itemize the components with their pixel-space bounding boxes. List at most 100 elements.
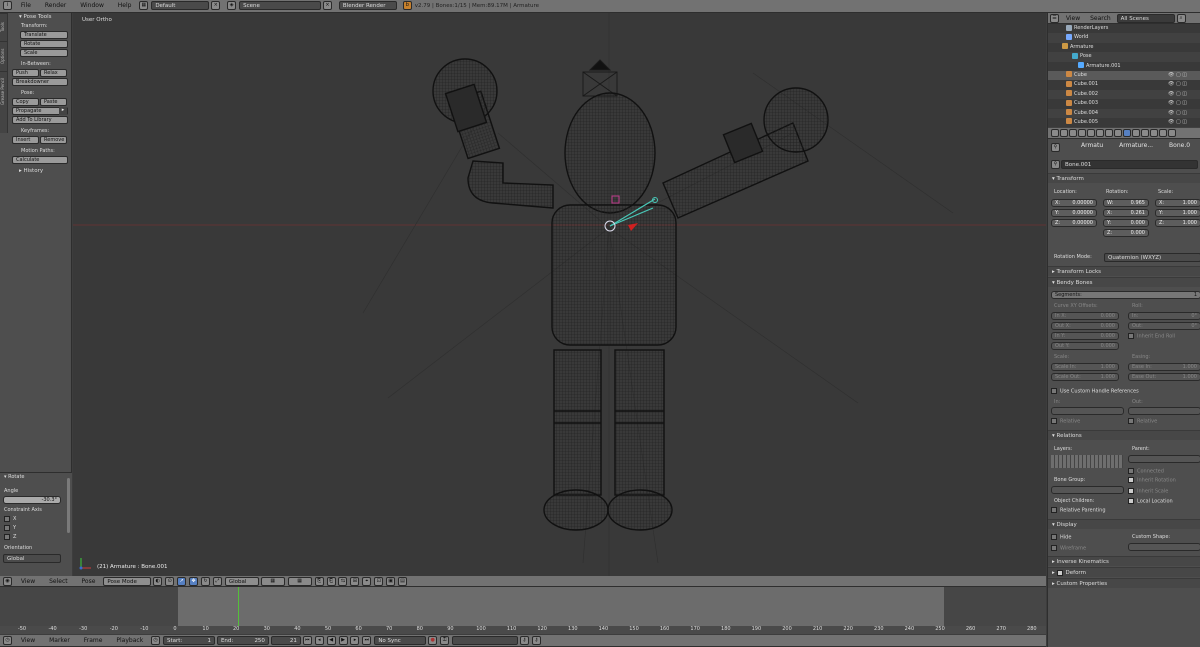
bone-name-field[interactable]: Bone.001 xyxy=(1061,160,1198,169)
visibility-icon[interactable]: 👁 ▢ ◫ xyxy=(1168,118,1187,127)
insert-keyframe-button[interactable]: Insert xyxy=(12,136,39,144)
outliner-row[interactable]: Armature xyxy=(1048,43,1200,52)
outliner-row[interactable]: Cube 👁 ▢ ◫ xyxy=(1048,70,1200,81)
use-custom-handle[interactable]: Use Custom Handle References xyxy=(1051,388,1139,395)
pose-flip-icon[interactable]: ⇆ xyxy=(338,577,348,586)
texture-tab-icon[interactable] xyxy=(1150,129,1158,137)
insert-key-icon[interactable]: ⚷ xyxy=(520,636,529,645)
object-tab-icon[interactable] xyxy=(1087,129,1095,137)
timeline-menu-marker[interactable]: Marker xyxy=(43,635,76,646)
layers-icon-2[interactable]: ▦ xyxy=(287,577,312,586)
outliner-menu-search[interactable]: Search xyxy=(1086,13,1115,24)
menu-window[interactable]: Window xyxy=(74,0,110,11)
bone-constraints-tab-icon[interactable] xyxy=(1132,129,1140,137)
curve-offset-2-field[interactable]: In Y: 0.000 xyxy=(1051,332,1119,340)
outliner-row[interactable]: Cube.001 👁 ▢ ◫ xyxy=(1048,80,1200,89)
menu-help[interactable]: Help xyxy=(112,0,138,11)
visibility-icon[interactable]: 👁 ▢ ◫ xyxy=(1168,90,1187,99)
roll-in-field[interactable]: In: 0° xyxy=(1128,312,1200,320)
handle-out-field[interactable] xyxy=(1128,407,1200,415)
constraint-z-checkbox[interactable] xyxy=(4,533,10,540)
outliner-row[interactable]: Armature.001 xyxy=(1048,62,1200,71)
render-engine-select[interactable]: Blender Render xyxy=(338,1,397,10)
orientation-select-header[interactable]: Global xyxy=(224,577,259,586)
rotate-button[interactable]: Rotate xyxy=(20,40,68,48)
sync-select[interactable]: No Sync xyxy=(374,636,427,645)
keying-set-icon[interactable]: ⚿ xyxy=(440,636,450,645)
constraint-x-checkbox[interactable] xyxy=(4,515,10,522)
bone-layers-grid[interactable] xyxy=(1051,455,1123,468)
tab-tools[interactable]: Tools xyxy=(0,13,8,41)
visibility-icon[interactable]: 👁 ▢ ◫ xyxy=(1168,99,1187,108)
play-reverse-icon[interactable]: ◀ xyxy=(326,636,336,645)
outliner-item-label[interactable]: Cube.001 xyxy=(1074,81,1098,87)
operator-header[interactable]: ▾ Rotate xyxy=(0,473,72,482)
inherit-rotation-checkbox[interactable] xyxy=(1128,477,1134,483)
timeline-menu-playback[interactable]: Playback xyxy=(110,635,149,646)
outliner-filter-select[interactable]: All Scenes xyxy=(1116,14,1175,23)
visibility-icon[interactable]: 👁 ▢ ◫ xyxy=(1168,80,1187,89)
curve-offset-0-field[interactable]: In X: 0.000 xyxy=(1051,312,1119,320)
menu-pose[interactable]: Pose xyxy=(76,576,102,587)
opengl-render-icon[interactable]: ▣ xyxy=(386,577,396,586)
mode-select[interactable]: Pose Mode xyxy=(103,577,152,586)
start-frame-field[interactable]: Start: 1 xyxy=(163,636,216,645)
jump-start-icon[interactable]: ⏮ xyxy=(302,636,312,645)
layers-icon[interactable]: ▦ xyxy=(260,577,285,586)
relations-header[interactable]: ▾ Relations xyxy=(1048,430,1200,440)
menu-view[interactable]: View xyxy=(15,576,41,587)
local-location[interactable]: Local Location xyxy=(1128,498,1173,505)
3d-viewport[interactable]: User Ortho (21) Armature: Bone.001 xyxy=(73,13,1046,576)
operator-scrollbar[interactable] xyxy=(67,478,70,533)
custom-properties-header[interactable]: ▸ Custom Properties xyxy=(1048,578,1200,588)
inherit-rotation[interactable]: Inherit Rotation xyxy=(1128,477,1176,484)
deform-checkbox[interactable] xyxy=(1056,569,1063,576)
relative-parenting-checkbox[interactable] xyxy=(1051,507,1057,513)
scale-button[interactable]: Scale xyxy=(20,49,68,57)
breadcrumb-armature[interactable]: Armatu xyxy=(1081,142,1103,149)
frame-ruler[interactable]: -50 -40 -30 -20 -10 0 10 20 30 40 50 60 70 80 90 100 110… xyxy=(0,626,1046,634)
curve-offset-3-field[interactable]: Out Y: 0.000 xyxy=(1051,342,1119,350)
timeline-menu-frame[interactable]: Frame xyxy=(78,635,109,646)
copy-pose-button[interactable]: Copy xyxy=(12,98,39,106)
scale-manipulator-icon[interactable]: ⤢ xyxy=(212,577,222,586)
rotation-1-field[interactable]: X: 0.261 xyxy=(1103,209,1149,217)
layers-tab-icon[interactable] xyxy=(1060,129,1068,137)
wireframe-checkbox[interactable] xyxy=(1051,545,1057,551)
rotation-0-field[interactable]: W: 0.965 xyxy=(1103,199,1149,207)
propagate-button[interactable]: Propagate ▸ xyxy=(12,107,68,115)
layout-close-icon[interactable]: × xyxy=(211,1,221,10)
outliner-type-icon[interactable]: ☰ xyxy=(1050,14,1059,23)
curve-offset-1-field[interactable]: Out X: 0.000 xyxy=(1051,322,1119,330)
rotation-3-field[interactable]: Z: 0.000 xyxy=(1103,229,1149,237)
translate-manipulator-icon[interactable]: ✥ xyxy=(189,577,199,586)
data-tab-icon[interactable] xyxy=(1114,129,1122,137)
opengl-anim-icon[interactable]: ▤ xyxy=(398,577,408,586)
location-1-field[interactable]: Y: 0.00000 xyxy=(1051,209,1097,217)
editor-type-icon[interactable]: i xyxy=(3,1,12,10)
outliner-item-label[interactable]: Cube.005 xyxy=(1074,119,1098,125)
playhead[interactable] xyxy=(238,587,239,627)
camera-object[interactable] xyxy=(582,59,618,97)
record-icon[interactable]: ● xyxy=(428,636,438,645)
pin-icon[interactable]: ⚲ xyxy=(1051,143,1060,152)
scale-1-field[interactable]: Y: 1.000 xyxy=(1155,209,1200,217)
material-tab-icon[interactable] xyxy=(1141,129,1149,137)
pose-tools-header[interactable]: ▾ Pose Tools xyxy=(8,13,71,22)
constraints-tab-icon[interactable] xyxy=(1096,129,1104,137)
outliner-item-label[interactable]: Cube xyxy=(1074,72,1087,78)
custom-shape-field[interactable] xyxy=(1128,543,1200,551)
jump-end-icon[interactable]: ⏭ xyxy=(362,636,372,645)
history-header[interactable]: ▸ History xyxy=(8,167,71,176)
segments-field[interactable]: Segments: 1 xyxy=(1051,291,1200,299)
menu-render[interactable]: Render xyxy=(39,0,72,11)
ease-in-field[interactable]: Ease In: 1.000 xyxy=(1128,363,1200,371)
outliner-row[interactable]: Cube.002 👁 ▢ ◫ xyxy=(1048,89,1200,100)
bone-tab-icon[interactable] xyxy=(1123,129,1131,137)
shading-icon[interactable]: ◐ xyxy=(153,577,163,586)
outliner[interactable]: ☰ View Search All Scenes ⌕ RenderLayers W… xyxy=(1048,13,1200,137)
use-custom-handle-checkbox[interactable] xyxy=(1051,388,1057,394)
snap-icon[interactable]: ⌖ xyxy=(362,577,372,586)
menu-select[interactable]: Select xyxy=(43,576,74,587)
bendy-bones-header[interactable]: ▾ Bendy Bones xyxy=(1048,277,1200,287)
